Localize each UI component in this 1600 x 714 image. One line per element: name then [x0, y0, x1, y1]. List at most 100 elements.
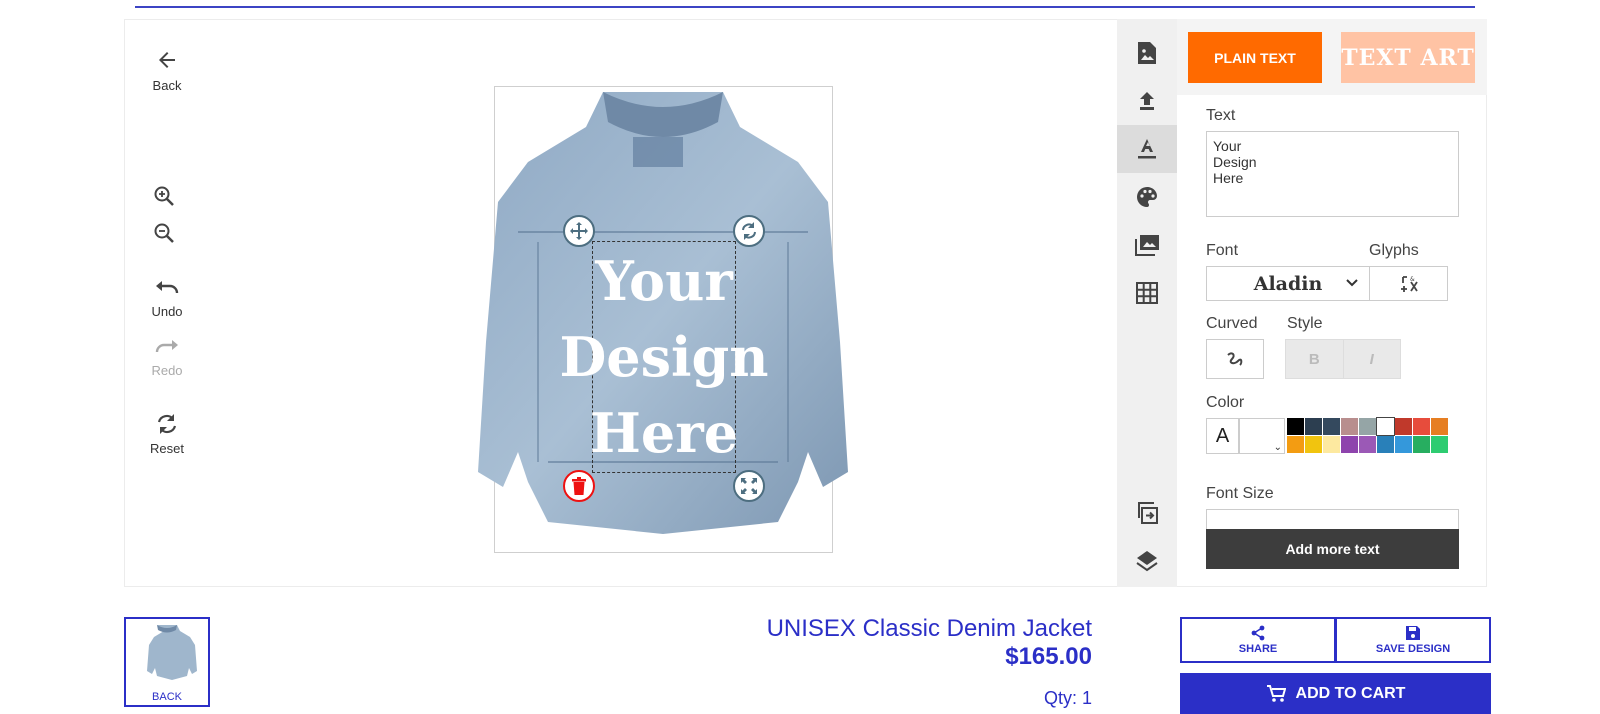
text-format-icon: [1138, 139, 1156, 159]
color-swatch[interactable]: [1305, 418, 1322, 435]
chevron-down-icon: [1346, 279, 1358, 287]
curved-text-button[interactable]: [1206, 339, 1264, 379]
rotate-handle[interactable]: [733, 215, 765, 247]
rail-grid[interactable]: [1117, 269, 1177, 317]
product-price: $165.00: [1005, 643, 1092, 670]
font-label: Font: [1206, 242, 1239, 259]
zoom-out-button[interactable]: [152, 221, 176, 250]
style-toggle-group: B I: [1285, 339, 1401, 379]
share-label: SHARE: [1238, 643, 1278, 655]
share-button[interactable]: SHARE: [1180, 617, 1336, 663]
delete-handle[interactable]: [563, 470, 595, 502]
color-swatch[interactable]: [1395, 418, 1412, 435]
save-design-label: SAVE DESIGN: [1375, 643, 1451, 655]
text-color-indicator: A: [1206, 418, 1239, 454]
save-icon: [1406, 626, 1420, 640]
resize-icon: [741, 478, 757, 494]
move-handle[interactable]: [563, 215, 595, 247]
reset-icon: [157, 414, 177, 434]
thumbnail-label: BACK: [152, 691, 182, 703]
tab-text-art[interactable]: TEXT ART: [1341, 32, 1475, 83]
back-tool[interactable]: Back: [127, 48, 207, 93]
zoom-in-button[interactable]: [152, 184, 176, 213]
back-view-thumbnail[interactable]: BACK: [124, 617, 210, 707]
rail-gallery[interactable]: [1117, 221, 1177, 269]
bold-toggle[interactable]: B: [1286, 340, 1343, 378]
upload-icon: [1140, 92, 1154, 110]
color-swatch[interactable]: [1323, 436, 1340, 453]
text-input[interactable]: Your Design Here: [1206, 131, 1459, 217]
cart-icon: [1266, 684, 1286, 702]
trash-icon: [572, 477, 586, 495]
color-swatch[interactable]: [1431, 418, 1448, 435]
color-swatch[interactable]: [1287, 418, 1304, 435]
redo-icon: [155, 340, 178, 353]
undo-label: Undo: [151, 304, 183, 319]
curve-icon: [1227, 352, 1243, 366]
rail-duplicate[interactable]: [1117, 489, 1177, 537]
zoom-in-icon: [154, 186, 174, 206]
svg-text:&: &: [1410, 276, 1415, 283]
save-design-button[interactable]: SAVE DESIGN: [1335, 617, 1491, 663]
color-swatch[interactable]: [1287, 436, 1304, 453]
move-icon: [570, 222, 588, 240]
font-select[interactable]: Aladin: [1206, 266, 1370, 301]
jacket-thumbnail-image: [147, 625, 197, 680]
rail-layers[interactable]: [1117, 537, 1177, 585]
style-label: Style: [1287, 315, 1323, 332]
share-icon: [1251, 625, 1265, 641]
color-swatch[interactable]: [1323, 418, 1340, 435]
image-file-icon: [1138, 42, 1156, 64]
text-label: Text: [1206, 107, 1236, 124]
color-swatch[interactable]: [1359, 436, 1376, 453]
rail-add-image[interactable]: [1117, 29, 1177, 77]
tool-rail: [1117, 19, 1177, 587]
color-swatch[interactable]: [1395, 436, 1412, 453]
color-swatch[interactable]: [1305, 436, 1322, 453]
undo-icon: [156, 281, 179, 294]
color-swatch[interactable]: [1341, 418, 1358, 435]
photo-library-icon: [1135, 235, 1159, 256]
color-swatches: [1287, 417, 1448, 453]
color-swatch[interactable]: [1359, 418, 1376, 435]
color-swatch[interactable]: [1376, 417, 1395, 436]
arrow-left-icon: [159, 52, 175, 68]
back-label: Back: [152, 78, 182, 93]
add-to-cart-button[interactable]: ADD TO CART: [1180, 673, 1491, 714]
color-picker-dropdown[interactable]: ⌄: [1239, 418, 1285, 454]
reset-tool[interactable]: Reset: [127, 413, 207, 456]
color-swatch[interactable]: [1377, 436, 1394, 453]
rotate-icon: [742, 222, 756, 240]
rail-palette[interactable]: [1117, 173, 1177, 221]
glyphs-label: Glyphs: [1369, 242, 1419, 259]
add-more-text-button[interactable]: Add more text: [1206, 529, 1459, 569]
chevron-down-small-icon: ⌄: [1273, 442, 1282, 453]
color-swatch[interactable]: [1341, 436, 1358, 453]
resize-handle[interactable]: [733, 470, 765, 502]
color-swatch[interactable]: [1413, 418, 1430, 435]
font-size-label: Font Size: [1206, 485, 1274, 502]
design-line-3: Here: [589, 401, 739, 465]
design-line-2: Design: [559, 325, 769, 389]
font-size-input[interactable]: [1206, 509, 1459, 531]
rail-text[interactable]: [1117, 125, 1177, 173]
redo-tool[interactable]: Redo: [127, 339, 207, 378]
quantity-display[interactable]: Qty: 1: [1044, 688, 1092, 709]
add-to-cart-label: ADD TO CART: [1295, 684, 1406, 702]
color-label: Color: [1206, 394, 1245, 411]
grid-icon: [1136, 282, 1158, 304]
duplicate-icon: [1138, 502, 1158, 524]
color-swatch[interactable]: [1431, 436, 1448, 453]
italic-toggle[interactable]: I: [1342, 340, 1401, 378]
top-divider: [135, 6, 1475, 8]
product-title: UNISEX Classic Denim Jacket: [766, 615, 1092, 642]
curved-label: Curved: [1206, 315, 1258, 332]
color-swatch[interactable]: [1413, 436, 1430, 453]
rail-upload[interactable]: [1117, 77, 1177, 125]
undo-tool[interactable]: Undo: [127, 280, 207, 319]
glyphs-button[interactable]: &: [1369, 266, 1448, 301]
layers-icon: [1136, 551, 1158, 572]
design-text-layer[interactable]: Your Design Here: [559, 241, 768, 473]
palette-icon: [1137, 187, 1157, 207]
tab-plain-text[interactable]: PLAIN TEXT: [1188, 32, 1322, 83]
